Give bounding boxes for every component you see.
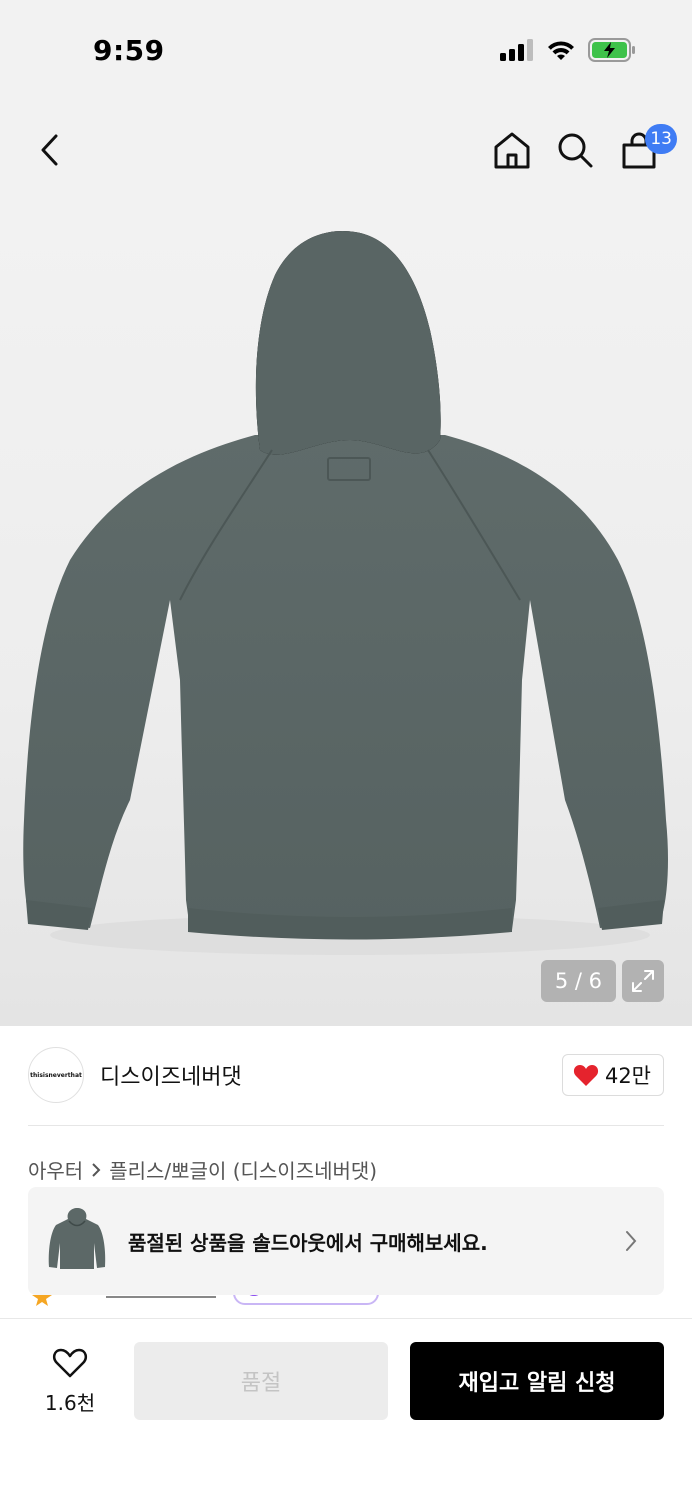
status-icons <box>500 38 636 62</box>
product-image-gallery[interactable]: 5 / 6 <box>0 200 692 1026</box>
soldout-button: 품절 <box>134 1342 388 1420</box>
status-time: 9:59 <box>93 34 165 67</box>
search-icon <box>558 133 593 168</box>
brand-name[interactable]: 디스이즈네버댓 <box>100 1059 242 1091</box>
wishlist-count: 1.6천 <box>44 1391 96 1415</box>
back-button[interactable] <box>26 126 74 174</box>
back-icon <box>41 134 58 166</box>
cart-badge: 13 <box>645 124 677 154</box>
heart-icon <box>573 1065 599 1086</box>
brand-like-count: 42만 <box>604 1064 651 1088</box>
chevron-right-icon <box>626 1231 637 1251</box>
soldout-market-banner[interactable]: 품절된 상품을 솔드아웃에서 구매해보세요. <box>28 1187 664 1295</box>
restock-alert-button[interactable]: 재입고 알림 신청 <box>410 1342 664 1420</box>
status-bar: 9:59 <box>0 0 692 100</box>
top-nav: 13 <box>0 100 692 200</box>
breadcrumb-subcategory[interactable]: 플리스/뽀글이 (디스이즈네버댓) <box>109 1155 377 1184</box>
search-button[interactable] <box>551 126 599 174</box>
chevron-right-icon <box>92 1162 101 1177</box>
signal-icon <box>500 39 533 61</box>
wishlist-button[interactable]: 1.6천 <box>40 1347 100 1416</box>
expand-icon <box>632 970 654 992</box>
brand-like-button[interactable]: 42만 <box>561 1054 664 1096</box>
brand-row[interactable]: thisisneverthat 디스이즈네버댓 42만 <box>28 1026 664 1126</box>
image-pager: 5 / 6 <box>540 960 616 1002</box>
soldout-banner-text: 품절된 상품을 솔드아웃에서 구매해보세요. <box>128 1231 488 1255</box>
breadcrumb: 아우터 플리스/뽀글이 (디스이즈네버댓) <box>28 1155 377 1184</box>
product-image <box>23 231 668 955</box>
expand-button[interactable] <box>622 960 664 1002</box>
wifi-icon <box>548 41 574 60</box>
brand-logo: thisisneverthat <box>28 1047 84 1103</box>
home-button[interactable] <box>488 126 536 174</box>
home-icon <box>494 132 530 169</box>
bottom-action-bar: 1.6천 품절 재입고 알림 신청 <box>0 1318 692 1500</box>
heart-outline-icon <box>52 1348 88 1378</box>
cart-button[interactable]: 13 <box>615 124 677 174</box>
banner-product-thumbnail <box>48 1208 106 1269</box>
breadcrumb-category[interactable]: 아우터 <box>28 1155 83 1184</box>
battery-icon <box>588 38 635 62</box>
